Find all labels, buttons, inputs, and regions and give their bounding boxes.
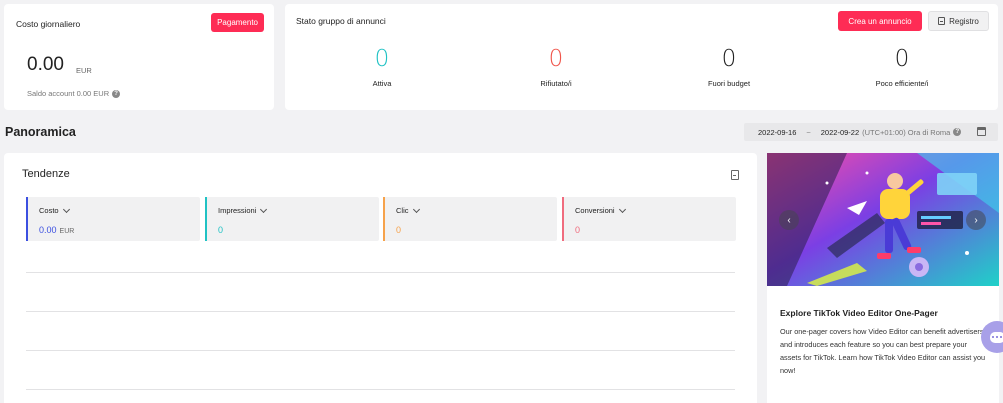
daily-cost-title: Costo giornaliero bbox=[16, 19, 81, 29]
date-range-picker[interactable]: 2022-09-16 ~ 2022-09-22 (UTC+01:00) Ora … bbox=[744, 123, 998, 141]
status-metric-label: Fuori budget bbox=[707, 79, 751, 88]
metric-value: 0 bbox=[396, 225, 402, 235]
metric-color-bar bbox=[562, 197, 564, 241]
metric-color-bar bbox=[26, 197, 28, 241]
metric-selector[interactable]: Impressioni bbox=[218, 205, 268, 215]
trend-metric-conversions[interactable]: Conversioni 0 bbox=[562, 197, 736, 241]
status-metric-label: Rifiutato/i bbox=[540, 79, 572, 88]
daily-cost-amount: 0.00 bbox=[27, 54, 64, 75]
status-metric-active[interactable]: 0 Attiva bbox=[322, 46, 442, 88]
metric-selector[interactable]: Conversioni bbox=[575, 205, 626, 215]
status-metric-value: 0 bbox=[894, 46, 910, 72]
chevron-down-icon bbox=[618, 205, 626, 213]
metric-color-bar bbox=[205, 197, 207, 241]
question-circle-icon[interactable]: ? bbox=[953, 128, 962, 136]
registry-button-label: Registro bbox=[949, 16, 979, 26]
carousel-prev-button[interactable]: ‹ bbox=[779, 210, 799, 230]
chevron-down-icon bbox=[260, 205, 268, 213]
status-metric-rejected[interactable]: 0 Rifiutato/i bbox=[496, 46, 616, 88]
trend-metric-cost[interactable]: Costo 0.00 EUR bbox=[26, 197, 200, 241]
status-metric-out-of-budget[interactable]: 0 Fuori budget bbox=[669, 46, 789, 88]
export-file-icon[interactable] bbox=[731, 170, 739, 180]
status-metric-value: 0 bbox=[721, 46, 737, 72]
status-metric-label: Attiva bbox=[372, 79, 392, 88]
create-ad-button[interactable]: Crea un annuncio bbox=[838, 11, 922, 31]
trend-metric-impressions[interactable]: Impressioni 0 bbox=[205, 197, 379, 241]
ad-group-status-title: Stato gruppo di annunci bbox=[296, 16, 386, 26]
chart-gridline bbox=[26, 389, 735, 390]
carousel-next-button[interactable]: › bbox=[966, 210, 986, 230]
status-metric-label: Poco efficiente/i bbox=[875, 79, 929, 88]
timezone-label: (UTC+01:00) Ora di Roma bbox=[862, 127, 951, 137]
metric-selector[interactable]: Costo bbox=[39, 205, 70, 215]
promo-title[interactable]: Explore TikTok Video Editor One-Pager bbox=[780, 308, 938, 318]
date-end: 2022-09-22 bbox=[820, 127, 860, 137]
metric-unit: EUR bbox=[59, 228, 75, 235]
status-metric-value: 0 bbox=[548, 46, 564, 72]
payment-button[interactable]: Pagamento bbox=[211, 13, 264, 32]
calendar-icon[interactable] bbox=[977, 127, 986, 136]
metric-label: Impressioni bbox=[218, 206, 257, 215]
promo-carousel: ‹ › Explore TikTok Video Editor One-Page… bbox=[767, 153, 999, 403]
chart-gridline bbox=[26, 272, 735, 273]
metric-label: Conversioni bbox=[575, 206, 615, 215]
registry-button[interactable]: Registro bbox=[928, 11, 989, 31]
metric-color-bar bbox=[383, 197, 385, 241]
account-balance-text: Saldo account 0.00 EUR bbox=[27, 89, 110, 98]
chat-icon bbox=[989, 331, 1003, 343]
metric-label: Clic bbox=[396, 206, 409, 215]
trend-metric-clicks[interactable]: Clic 0 bbox=[383, 197, 557, 241]
metric-value: 0 bbox=[218, 225, 224, 235]
date-separator: ~ bbox=[806, 127, 811, 137]
question-circle-icon[interactable]: ? bbox=[112, 89, 121, 98]
metric-label: Costo bbox=[39, 206, 59, 215]
daily-cost-currency: EUR bbox=[76, 66, 92, 75]
status-metric-low-efficiency[interactable]: 0 Poco efficiente/i bbox=[842, 46, 962, 88]
status-metric-value: 0 bbox=[374, 46, 390, 72]
chevron-down-icon bbox=[62, 205, 70, 213]
trends-title: Tendenze bbox=[22, 168, 70, 180]
metric-value: 0 bbox=[575, 225, 581, 235]
document-icon bbox=[938, 17, 946, 25]
metric-value: 0.00 EUR bbox=[39, 225, 74, 235]
overview-title: Panoramica bbox=[5, 125, 76, 139]
chart-gridline bbox=[26, 311, 735, 312]
trends-card: Tendenze Costo 0.00 EUR Impressioni 0 Cli… bbox=[4, 153, 757, 403]
metric-selector[interactable]: Clic bbox=[396, 205, 420, 215]
daily-cost-card: Costo giornaliero Pagamento 0.00 EUR Sal… bbox=[4, 4, 274, 110]
metric-value-number: 0.00 bbox=[39, 225, 57, 235]
chevron-down-icon bbox=[412, 205, 420, 213]
ad-group-status-card: Stato gruppo di annunci Crea un annuncio… bbox=[285, 4, 998, 110]
promo-description: Our one-pager covers how Video Editor ca… bbox=[780, 327, 986, 375]
chart-gridline bbox=[26, 350, 735, 351]
date-start: 2022-09-16 bbox=[758, 127, 797, 137]
account-balance: Saldo account 0.00 EUR ? bbox=[27, 89, 121, 98]
promo-illustration bbox=[767, 153, 999, 286]
